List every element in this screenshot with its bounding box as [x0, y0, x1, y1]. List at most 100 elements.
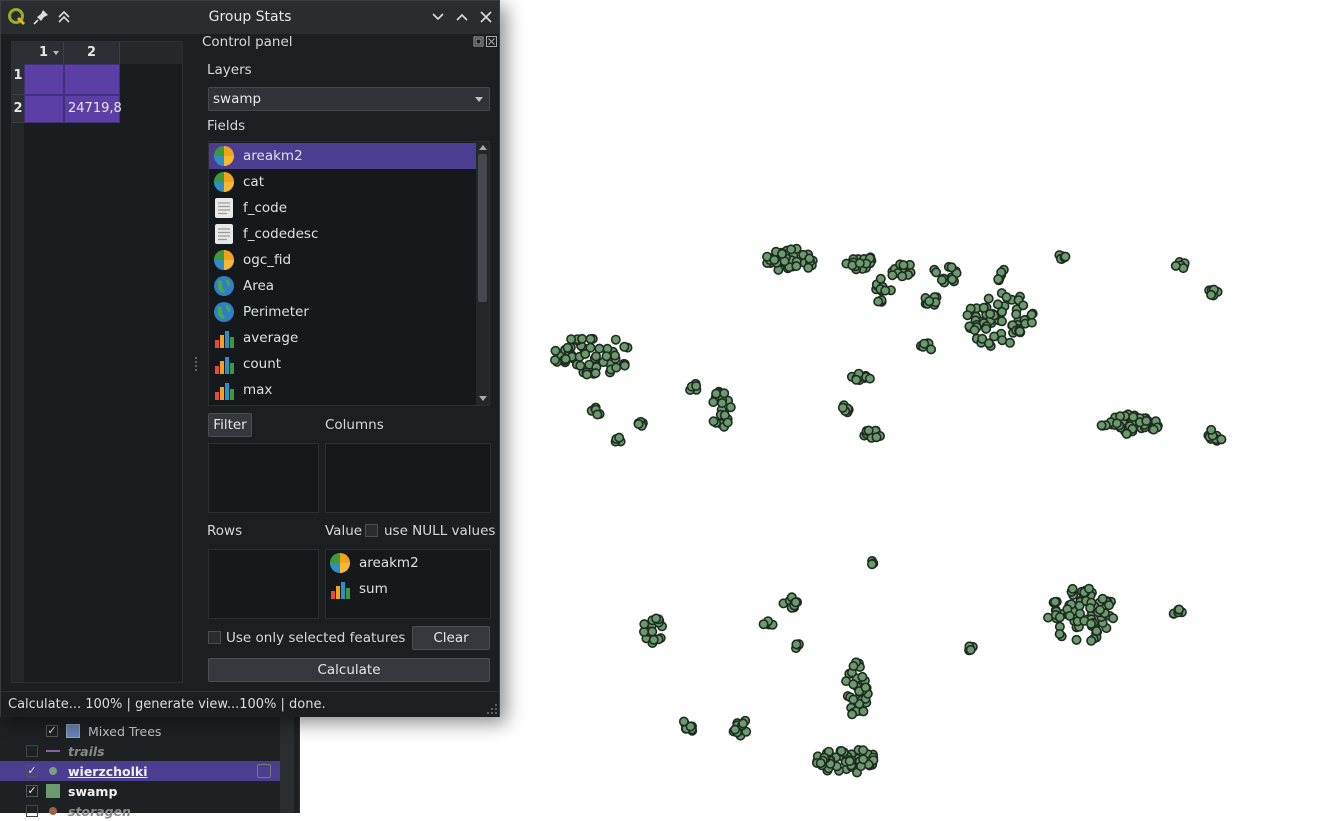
- fields-list[interactable]: areakm2 cat f_code f_codedesc ogc_fid Area Per…: [208, 141, 490, 406]
- map-point-marker: [776, 248, 787, 259]
- value-item-label: areakm2: [359, 555, 419, 571]
- map-point-marker: [1085, 603, 1096, 614]
- map-point-marker: [1026, 309, 1037, 320]
- field-item-perimeter[interactable]: Perimeter: [209, 299, 477, 325]
- table-cell[interactable]: [24, 64, 64, 95]
- title-bar[interactable]: Group Stats: [1, 1, 499, 34]
- layer-item-mixed-trees[interactable]: ✓ Mixed Trees: [0, 721, 280, 741]
- column-header-1[interactable]: 1: [24, 42, 64, 64]
- layer-item-storagen[interactable]: storagen: [0, 801, 280, 821]
- field-label: ogc_fid: [243, 252, 292, 268]
- text-field-icon: [215, 224, 233, 244]
- layer-label: Mixed Trees: [88, 723, 162, 739]
- map-point-marker: [566, 334, 577, 345]
- field-item-f-codedesc[interactable]: f_codedesc: [209, 221, 477, 247]
- layer-checkbox[interactable]: ✓: [46, 725, 58, 737]
- resize-grip-icon[interactable]: [487, 704, 498, 715]
- map-point-marker: [786, 244, 797, 255]
- map-point-marker: [562, 342, 573, 353]
- map-point-marker: [858, 754, 869, 765]
- field-item-f-code[interactable]: f_code: [209, 195, 477, 221]
- layers-combobox[interactable]: swamp: [208, 87, 490, 111]
- column-header-2[interactable]: 2: [64, 42, 120, 64]
- map-point-marker: [875, 273, 886, 284]
- map-point-marker: [1121, 428, 1132, 439]
- map-point-marker: [1170, 260, 1181, 271]
- field-item-count[interactable]: count: [209, 351, 477, 377]
- table-cell[interactable]: 24719,8: [64, 95, 122, 123]
- layer-checkbox[interactable]: ✓: [26, 765, 38, 777]
- field-item-max[interactable]: max: [209, 377, 477, 403]
- layer-item-trails[interactable]: trails: [0, 741, 280, 761]
- point-symbol-icon: [49, 767, 57, 775]
- layer-item-wierzcholki[interactable]: ✓ wierzcholki: [0, 761, 280, 781]
- minimize-chevron-down-icon[interactable]: [428, 7, 448, 27]
- close-panel-icon[interactable]: [486, 36, 497, 47]
- row-header-2[interactable]: 2: [12, 95, 24, 123]
- map-point-marker: [1014, 326, 1025, 337]
- map-point-marker: [864, 373, 875, 384]
- map-point-marker: [1018, 300, 1029, 311]
- field-item-area[interactable]: Area: [209, 273, 477, 299]
- filter-button[interactable]: Filter: [208, 413, 252, 437]
- map-point-marker: [1054, 612, 1065, 623]
- maximize-chevron-up-icon[interactable]: [452, 7, 472, 27]
- float-panel-icon[interactable]: [473, 36, 484, 47]
- field-item-average[interactable]: average: [209, 325, 477, 351]
- field-label: Perimeter: [243, 304, 309, 320]
- result-table[interactable]: 1 2 1 2 24719,8: [11, 41, 183, 683]
- table-cell[interactable]: [64, 64, 120, 95]
- value-item-areakm2[interactable]: areakm2: [329, 550, 419, 576]
- value-item-sum[interactable]: sum: [329, 576, 388, 602]
- map-point-marker: [619, 341, 630, 352]
- numeric-field-icon: [214, 172, 234, 192]
- layer-checkbox[interactable]: [26, 745, 38, 757]
- use-selected-features-label: Use only selected features: [226, 630, 406, 646]
- layer-item-swamp[interactable]: ✓ swamp: [0, 781, 280, 801]
- map-point-marker: [550, 355, 561, 366]
- scrollbar-thumb[interactable]: [478, 154, 487, 302]
- splitter-handle[interactable]: [194, 356, 198, 372]
- fields-scrollbar[interactable]: [476, 142, 489, 405]
- corner-button[interactable]: [12, 42, 24, 64]
- map-point-marker: [931, 267, 942, 278]
- map-point-marker: [860, 682, 871, 693]
- scroll-down-arrow-icon[interactable]: [479, 396, 487, 401]
- close-icon[interactable]: [476, 7, 496, 27]
- use-selected-features-checkbox[interactable]: [208, 631, 221, 644]
- row-header-1[interactable]: 1: [12, 64, 24, 95]
- map-point-marker: [1094, 604, 1105, 615]
- scroll-up-arrow-icon[interactable]: [479, 145, 487, 150]
- map-point-marker: [946, 262, 957, 273]
- statistic-bars-icon: [215, 383, 234, 400]
- map-point-marker: [1206, 424, 1217, 435]
- map-point-marker: [965, 644, 976, 655]
- layers-selected-value: swamp: [213, 91, 262, 107]
- map-point-marker: [651, 613, 662, 624]
- layer-checkbox[interactable]: [26, 805, 38, 817]
- table-cell[interactable]: [24, 95, 64, 123]
- map-point-marker: [977, 333, 988, 344]
- map-point-marker: [969, 325, 980, 336]
- use-null-checkbox[interactable]: [365, 524, 378, 537]
- layer-checkbox[interactable]: ✓: [26, 785, 38, 797]
- calculate-button[interactable]: Calculate: [208, 658, 490, 682]
- numeric-field-icon: [214, 146, 234, 166]
- rows-drop-area[interactable]: [208, 549, 319, 619]
- field-label: count: [243, 356, 282, 372]
- columns-drop-area[interactable]: [325, 443, 491, 513]
- map-point-marker: [585, 333, 596, 344]
- map-point-marker: [993, 274, 1004, 285]
- layer-indicator-icon[interactable]: [257, 764, 271, 778]
- map-point-marker: [691, 380, 702, 391]
- clear-button[interactable]: Clear: [412, 626, 490, 650]
- map-point-marker: [848, 660, 859, 671]
- field-item-ogc-fid[interactable]: ogc_fid: [209, 247, 477, 273]
- field-item-cat[interactable]: cat: [209, 169, 477, 195]
- map-point-marker: [1050, 596, 1061, 607]
- map-point-marker: [1206, 289, 1217, 300]
- map-point-marker: [639, 619, 650, 630]
- filter-drop-area[interactable]: [208, 443, 319, 513]
- field-item-areakm2[interactable]: areakm2: [209, 143, 477, 169]
- map-point-marker: [1148, 424, 1159, 435]
